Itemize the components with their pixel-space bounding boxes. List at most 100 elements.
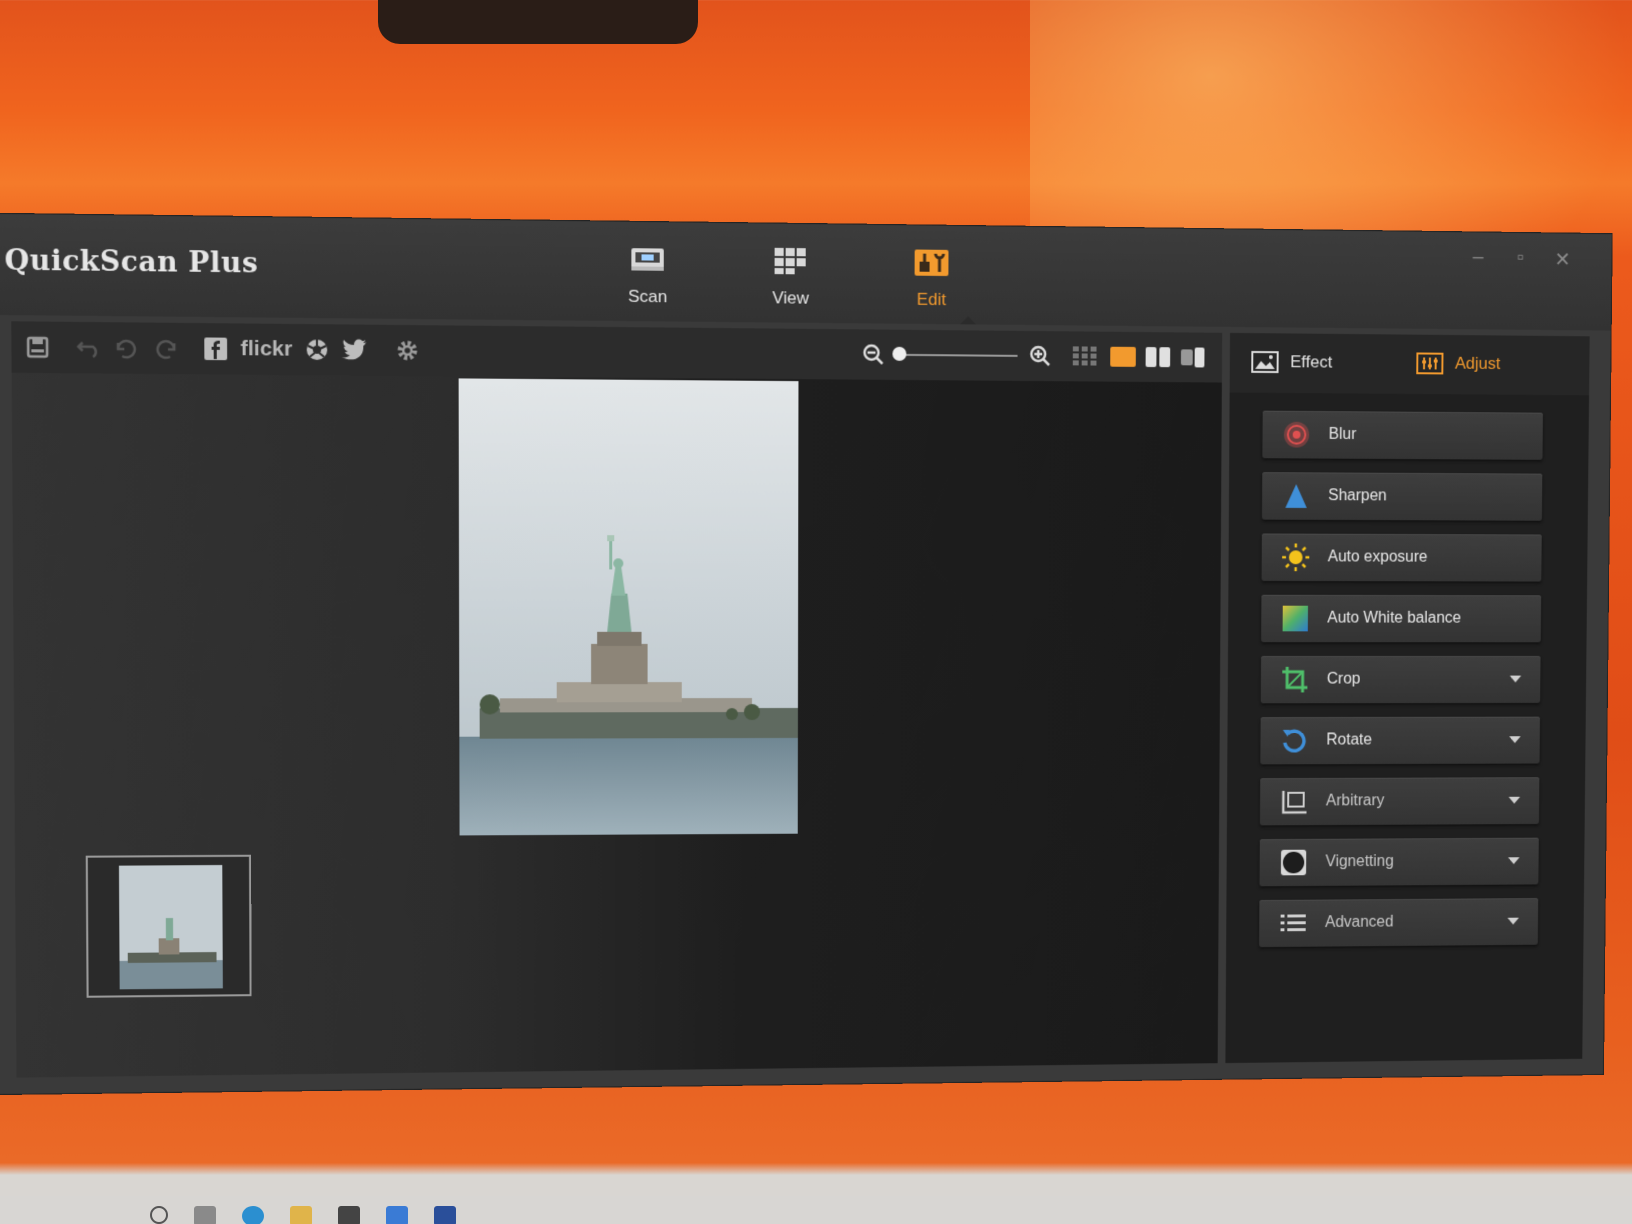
arbitrary-button[interactable]: Arbitrary [1259, 777, 1540, 826]
chevron-down-icon[interactable] [1509, 675, 1522, 683]
dual-view-icon [1145, 347, 1171, 368]
chevron-down-icon[interactable] [1509, 736, 1521, 744]
vignetting-icon [1279, 848, 1308, 878]
advanced-button[interactable]: Advanced [1259, 898, 1539, 948]
redo-icon [151, 337, 178, 360]
app-icon[interactable] [434, 1206, 456, 1224]
single-view-icon [1110, 346, 1136, 367]
edit-tools-icon [914, 247, 949, 277]
tab-scan-label: Scan [627, 286, 668, 307]
store-icon[interactable] [338, 1206, 360, 1224]
tab-adjust-label: Adjust [1454, 353, 1501, 373]
zoom-slider-track[interactable] [900, 353, 1018, 357]
adjust-tool-list: Blur Sharpen Auto exposure Auto White ba… [1259, 410, 1543, 961]
arbitrary-icon [1279, 787, 1308, 817]
zoom-out-icon [863, 343, 885, 365]
effect-image-icon [1251, 351, 1278, 373]
undo-all-button[interactable] [76, 334, 103, 361]
crop-label: Crop [1326, 670, 1361, 688]
browser-icon[interactable] [242, 1206, 264, 1224]
mail-icon[interactable] [386, 1206, 408, 1224]
twitter-share-button[interactable] [341, 337, 369, 364]
redo-button[interactable] [151, 335, 178, 362]
tab-view-label: View [772, 288, 809, 308]
minimize-button[interactable]: – [1467, 246, 1488, 271]
active-tab-indicator [960, 316, 977, 325]
auto-white-balance-label: Auto White balance [1327, 609, 1462, 627]
image-canvas[interactable] [11, 372, 1222, 1078]
save-icon [26, 336, 49, 359]
auto-white-balance-button[interactable]: Auto White balance [1261, 594, 1542, 643]
search-icon[interactable] [150, 1206, 168, 1224]
tab-adjust[interactable]: Adjust [1416, 352, 1501, 374]
settings-button[interactable] [395, 337, 420, 364]
auto-exposure-button[interactable]: Auto exposure [1261, 533, 1542, 582]
rotate-icon [1280, 726, 1309, 756]
vignetting-label: Vignetting [1325, 853, 1394, 871]
thumbnail-image [118, 865, 223, 990]
grid-view-icon [774, 247, 806, 275]
tab-scan[interactable]: Scan [607, 244, 688, 308]
auto-exposure-icon [1281, 542, 1310, 572]
rotate-label: Rotate [1326, 731, 1372, 749]
maximize-button[interactable]: ▫ [1510, 247, 1531, 272]
dual-view-button[interactable] [1145, 344, 1172, 370]
tab-edit-label: Edit [916, 289, 947, 310]
chevron-down-icon[interactable] [1507, 857, 1520, 865]
white-balance-icon [1281, 604, 1310, 634]
picasa-share-button[interactable] [305, 336, 330, 363]
window-controls: – ▫ ✕ [1467, 246, 1573, 272]
blur-label: Blur [1328, 425, 1357, 443]
zoom-in-button[interactable] [1029, 343, 1051, 369]
chevron-down-icon[interactable] [1508, 796, 1521, 804]
tab-view[interactable]: View [750, 246, 830, 309]
sharpen-button[interactable]: Sharpen [1261, 472, 1543, 521]
photo-thumbnail[interactable] [118, 865, 223, 990]
settings-icon [395, 338, 420, 363]
flickr-share-button[interactable]: flickr [241, 336, 293, 363]
thumbnail-grid-button[interactable] [1072, 343, 1099, 369]
twitter-icon [341, 339, 367, 360]
monitor-webcam-bezel [378, 0, 698, 44]
tab-effect[interactable]: Effect [1251, 351, 1332, 374]
thumbnail-grid-icon [1072, 346, 1097, 366]
sharpen-icon [1281, 481, 1310, 511]
task-view-icon[interactable] [194, 1206, 216, 1224]
advanced-list-icon [1279, 909, 1308, 939]
compare-view-button[interactable] [1180, 344, 1207, 370]
save-button[interactable] [26, 334, 49, 361]
rotate-button[interactable]: Rotate [1260, 716, 1540, 765]
tab-edit[interactable]: Edit [892, 247, 972, 310]
undo-button[interactable] [114, 335, 141, 362]
os-taskbar [0, 1196, 1632, 1224]
crop-button[interactable]: Crop [1260, 656, 1541, 704]
blur-icon [1282, 420, 1311, 450]
panel-tabs: Effect Adjust [1229, 332, 1590, 396]
undo-all-icon [76, 336, 103, 359]
edited-photo[interactable] [458, 378, 799, 836]
zoom-out-button[interactable] [862, 341, 884, 367]
auto-exposure-label: Auto exposure [1327, 548, 1428, 566]
arbitrary-label: Arbitrary [1325, 792, 1385, 810]
tab-effect-label: Effect [1290, 352, 1333, 372]
sharpen-label: Sharpen [1328, 487, 1387, 505]
close-button[interactable]: ✕ [1552, 247, 1573, 272]
scanner-icon [631, 248, 664, 271]
statue-of-liberty-photo [458, 378, 799, 836]
folder-icon[interactable] [290, 1206, 312, 1224]
chevron-down-icon[interactable] [1507, 917, 1519, 925]
blur-button[interactable]: Blur [1262, 410, 1543, 460]
picasa-icon [305, 337, 330, 362]
adjust-sliders-icon [1416, 352, 1443, 374]
workspace: flickr [11, 321, 1223, 1078]
compare-view-icon [1180, 347, 1205, 368]
adjust-panel: Effect Adjust Blur Sharpen Auto exposure [1225, 332, 1590, 1064]
zoom-slider-handle[interactable] [892, 346, 907, 361]
title-bar: QuickScan Plus Scan View Edit – ▫ ✕ [0, 213, 1612, 331]
thumbnail-strip-item[interactable] [85, 854, 252, 998]
facebook-share-button[interactable] [203, 335, 228, 362]
single-view-button[interactable] [1110, 344, 1136, 370]
vignetting-button[interactable]: Vignetting [1259, 837, 1539, 887]
advanced-label: Advanced [1324, 913, 1394, 931]
zoom-in-icon [1029, 345, 1051, 367]
